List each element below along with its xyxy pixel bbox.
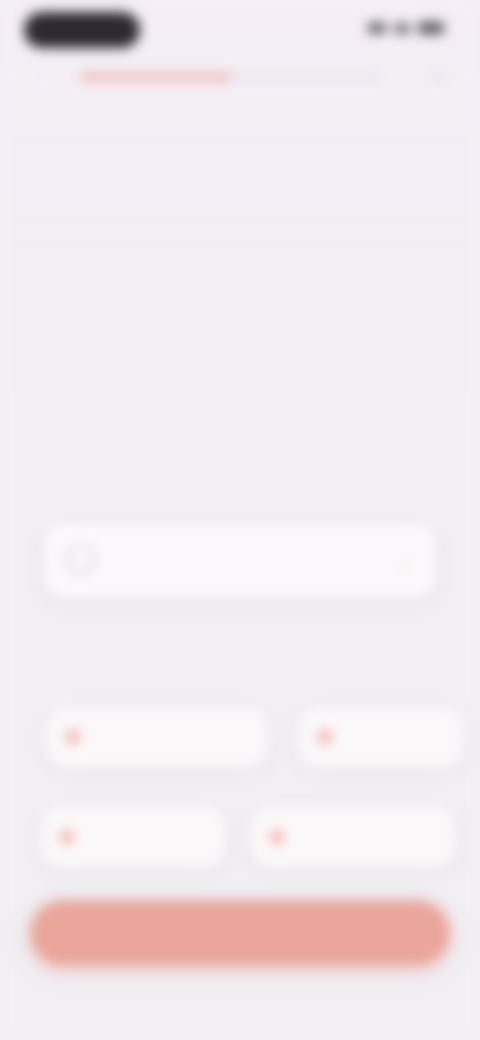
app-screen: ‹ × → (0, 0, 480, 1040)
suggestion-chip[interactable] (250, 806, 456, 868)
back-button[interactable]: ‹ (30, 64, 56, 90)
chevron-left-icon: ‹ (39, 66, 47, 88)
status-bar (0, 0, 480, 60)
close-icon: × (432, 64, 446, 89)
close-button[interactable]: × (426, 64, 452, 90)
onboarding-progress-bar (80, 74, 380, 80)
chip-dot-icon (270, 830, 284, 844)
chip-dot-icon (318, 730, 332, 744)
search-input[interactable] (120, 542, 394, 582)
suggestion-chip[interactable] (46, 706, 268, 768)
wifi-icon (394, 23, 410, 33)
continue-button[interactable] (30, 900, 450, 966)
search-card[interactable]: → (44, 524, 436, 598)
progress-fill (80, 74, 230, 80)
suggestion-chip[interactable] (298, 706, 464, 768)
chip-dot-icon (66, 730, 80, 744)
suggestion-chip[interactable] (40, 806, 226, 868)
chip-dot-icon (60, 830, 74, 844)
battery-icon (418, 22, 444, 34)
status-time (24, 12, 140, 48)
signal-icon (368, 23, 386, 33)
status-icons (368, 22, 444, 34)
arrow-right-icon[interactable]: → (388, 546, 418, 576)
search-icon (66, 544, 96, 574)
